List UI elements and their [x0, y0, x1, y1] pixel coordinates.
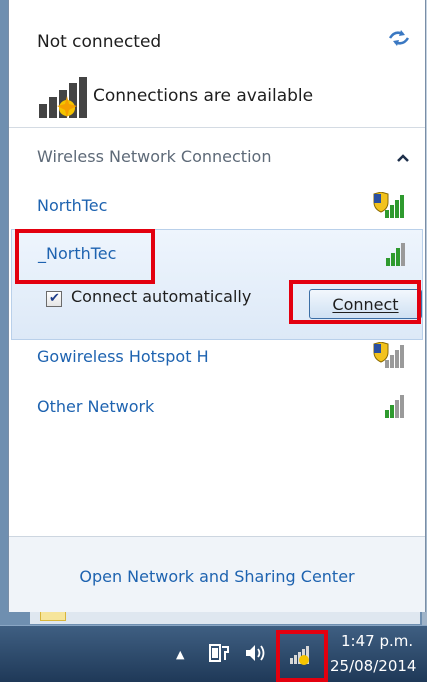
flyout-header: Not connected Connections are available [9, 0, 425, 128]
collapse-icon[interactable] [397, 154, 409, 162]
connection-status: Not connected [37, 32, 162, 52]
power-icon[interactable] [208, 642, 230, 664]
signal-icon [373, 342, 404, 368]
refresh-icon[interactable] [387, 28, 411, 48]
network-available-icon [39, 77, 87, 118]
signal-icon [386, 243, 405, 266]
screen: Not connected Connections are available … [0, 0, 427, 682]
connect-automatically-label: Connect automatically [71, 287, 252, 306]
network-item-other[interactable]: Other Network [37, 397, 154, 416]
signal-icon [373, 192, 404, 218]
highlight-connect-button [289, 280, 421, 324]
volume-icon[interactable] [244, 642, 268, 664]
connections-available-text: Connections are available [93, 86, 314, 106]
show-hidden-icons-icon[interactable]: ▲ [176, 648, 184, 661]
network-list: Wireless Network Connection NorthTec _No… [9, 128, 425, 536]
taskbar: ▲ 1:47 p.m. 25/08/2014 [0, 625, 427, 682]
network-item-gowireless[interactable]: Gowireless Hotspot H [37, 347, 209, 366]
highlight-network-name [15, 229, 155, 284]
signal-icon [385, 395, 404, 418]
highlight-network-tray-icon [276, 630, 328, 682]
connect-automatically-checkbox[interactable]: ✔ [46, 291, 62, 307]
clock-time[interactable]: 1:47 p.m. [341, 632, 413, 650]
section-title: Wireless Network Connection [37, 147, 272, 166]
open-network-sharing-center-link[interactable]: Open Network and Sharing Center [9, 567, 425, 586]
clock-date[interactable]: 25/08/2014 [330, 657, 416, 675]
check-mark-icon: ✔ [49, 291, 60, 306]
network-item-northtec[interactable]: NorthTec [37, 196, 107, 215]
flyout-footer: Open Network and Sharing Center [9, 536, 425, 612]
